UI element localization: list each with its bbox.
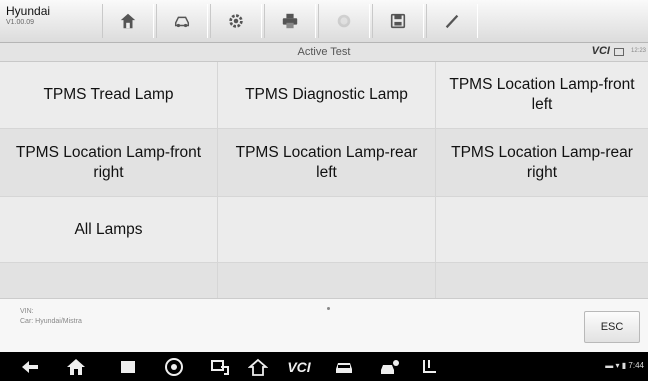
browser-button[interactable] — [162, 357, 186, 377]
grid-item-tpms-tread-lamp[interactable]: TPMS Tread Lamp — [0, 62, 218, 129]
save-icon — [390, 13, 406, 29]
vehicle-button[interactable] — [332, 357, 356, 377]
vci-label: VCI — [287, 359, 311, 375]
chrome-icon — [165, 358, 183, 376]
grid-empty-cell — [436, 197, 648, 263]
settings-icon — [229, 14, 243, 28]
battery-icon: ▮ — [621, 361, 627, 370]
print-button[interactable] — [264, 4, 316, 38]
remote-desk-icon — [211, 360, 229, 375]
vehicle-make: Hyundai — [6, 4, 51, 18]
grid-item-tpms-location-rear-right[interactable]: TPMS Location Lamp-rear right — [436, 129, 648, 197]
function-grid: TPMS Tread Lamp TPMS Diagnostic Lamp TPM… — [0, 62, 648, 298]
home-button[interactable] — [102, 4, 154, 38]
back-button[interactable] — [18, 357, 42, 377]
grid-empty-cell — [0, 263, 218, 298]
home-icon — [120, 13, 136, 29]
grid-empty-cell — [436, 263, 648, 298]
vehicle-swap-icon — [174, 16, 190, 28]
home-nav-button[interactable] — [64, 357, 88, 377]
autel-home-button[interactable] — [246, 357, 270, 377]
android-nav-bar: VCI ▬ ▾ ▮ 7:44 — [0, 352, 648, 381]
wifi-icon: ▾ — [615, 361, 620, 370]
esc-button[interactable]: ESC — [584, 311, 640, 343]
home-icon — [67, 359, 85, 375]
clock: 12:23 — [630, 48, 646, 54]
vci-status: VCI — [591, 45, 610, 57]
grid-item-all-lamps[interactable]: All Lamps — [0, 197, 218, 263]
grid-item-tpms-location-rear-left[interactable]: TPMS Location Lamp-rear left — [218, 129, 436, 197]
message-icon: ▬ — [605, 361, 614, 370]
vci-button[interactable]: VCI — [282, 357, 316, 377]
brand: Hyundai V1.00.09 — [6, 5, 50, 26]
page-title: Active Test — [297, 46, 351, 58]
title-bar: Active Test VCI 12:23 — [0, 43, 648, 62]
grid-empty-cell — [218, 263, 436, 298]
data-manager-button[interactable] — [418, 357, 442, 377]
settings-button[interactable] — [210, 4, 262, 38]
status-bar: ▬ ▾ ▮ 7:44 — [605, 361, 644, 370]
software-version: V1.00.09 — [6, 19, 35, 26]
back-arrow-icon — [22, 361, 38, 373]
battery-icon — [614, 48, 624, 56]
top-toolbar: Hyundai V1.00.09 — [0, 0, 648, 43]
clock: 7:44 — [628, 361, 644, 370]
footer-bar: VIN: Car: Hyundai/Mistra ESC — [0, 298, 648, 353]
remote-button[interactable] — [208, 357, 232, 377]
vehicle-swap-button[interactable] — [156, 4, 208, 38]
grid-item-tpms-diagnostic-lamp[interactable]: TPMS Diagnostic Lamp — [218, 62, 436, 129]
home-icon — [248, 358, 268, 376]
edit-button[interactable] — [426, 4, 478, 38]
print-icon — [282, 13, 298, 29]
car-icon — [336, 363, 352, 373]
page-indicator — [327, 307, 330, 310]
grid-empty-cell — [218, 197, 436, 263]
help-icon — [337, 14, 351, 28]
help-button[interactable] — [318, 4, 370, 38]
grid-item-tpms-location-front-right[interactable]: TPMS Location Lamp-front right — [0, 129, 218, 197]
recent-apps-button[interactable] — [116, 357, 140, 377]
car-label: Car: Hyundai/Mistra — [20, 318, 82, 325]
edit-icon — [445, 14, 459, 29]
grid-item-tpms-location-front-left[interactable]: TPMS Location Lamp-front left — [436, 62, 648, 129]
vehicle-info: VIN: Car: Hyundai/Mistra — [20, 307, 82, 327]
data-icon — [423, 360, 436, 373]
service-button[interactable] — [378, 357, 402, 377]
vin-label: VIN: — [20, 308, 34, 315]
car-service-icon — [381, 360, 399, 374]
recent-apps-icon — [121, 361, 135, 373]
save-button[interactable] — [372, 4, 424, 38]
